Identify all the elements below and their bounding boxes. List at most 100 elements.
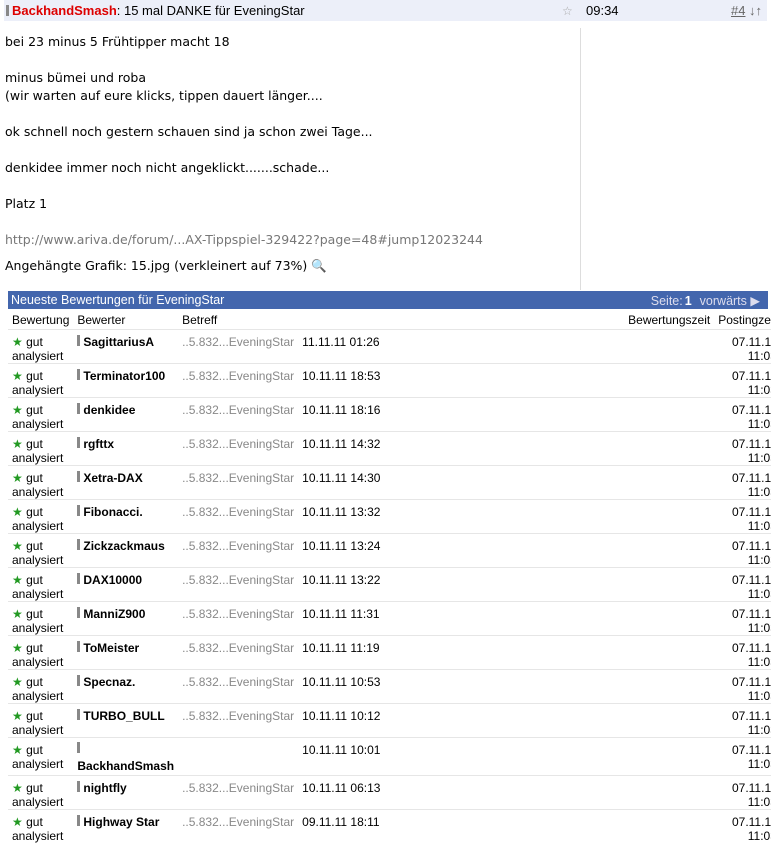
posting-time: 07.11.11 11:03 xyxy=(732,335,771,363)
rater-link[interactable]: DAX10000 xyxy=(83,573,142,587)
posting-time: 07.11.11 11:03 xyxy=(732,573,771,601)
post-line: minus bümei und roba xyxy=(5,69,575,87)
posting-time: 07.11.11 11:03 xyxy=(732,781,771,809)
rating-time: 10.11.11 13:22 xyxy=(302,573,380,587)
star-icon: ★ xyxy=(12,607,23,621)
posting-time: 07.11.11 11:03 xyxy=(732,815,771,843)
rater-link[interactable]: BackhandSmash xyxy=(77,759,174,773)
posting-time: 07.11.11 11:03 xyxy=(732,539,771,567)
user-status-icon xyxy=(77,742,80,753)
rater-link[interactable]: TURBO_BULL xyxy=(83,709,164,723)
rating-time: 10.11.11 10:12 xyxy=(302,709,380,723)
post-link[interactable]: http://www.ariva.de/forum/...AX-Tippspie… xyxy=(5,231,575,249)
posting-time: 07.11.11 11:03 xyxy=(732,471,771,499)
table-row: ★ gut analysiert ManniZ900 ..5.832...Eve… xyxy=(8,602,771,636)
rating-time: 10.11.11 13:32 xyxy=(302,505,380,519)
subject-link[interactable]: ..5.832...EveningStar xyxy=(182,675,294,689)
user-status-icon xyxy=(77,815,80,826)
posting-time: 07.11.11 11:03 xyxy=(732,743,771,771)
subject-link[interactable]: ..5.832...EveningStar xyxy=(182,505,294,519)
post-body: bei 23 minus 5 Frühtipper macht 18 minus… xyxy=(5,33,575,275)
subject-link[interactable]: ..5.832...EveningStar xyxy=(182,781,294,795)
star-icon: ★ xyxy=(12,539,23,553)
star-icon: ★ xyxy=(12,709,23,723)
user-status-icon xyxy=(77,471,80,482)
posting-time: 07.11.11 11:03 xyxy=(732,641,771,669)
ratings-title: Neueste Bewertungen für EveningStar xyxy=(11,293,224,307)
ratings-table: BewertungBewerterBetreffBewertungszeitPo… xyxy=(8,310,771,843)
star-icon: ★ xyxy=(12,675,23,689)
rater-link[interactable]: SagittariusA xyxy=(83,335,154,349)
rater-link[interactable]: Specnaz. xyxy=(83,675,135,689)
rating-time: 10.11.11 14:32 xyxy=(302,437,380,451)
rater-link[interactable]: nightfly xyxy=(83,781,126,795)
post-number-link[interactable]: #4 xyxy=(731,3,745,18)
subject-link[interactable]: ..5.832...EveningStar xyxy=(182,369,294,383)
posting-time: 07.11.11 11:03 xyxy=(732,709,771,737)
rating-time: 10.11.11 11:31 xyxy=(302,607,379,621)
table-row: ★ gut analysiert Specnaz. ..5.832...Even… xyxy=(8,670,771,704)
post-line xyxy=(5,213,575,231)
user-status-icon xyxy=(77,641,80,652)
column-header: Bewertung xyxy=(8,310,73,330)
user-status-icon xyxy=(77,675,80,686)
star-icon: ★ xyxy=(12,335,23,349)
table-row: ★ gut analysiert Fibonacci. ..5.832...Ev… xyxy=(8,500,771,534)
column-header: Postingzeit xyxy=(714,310,771,330)
table-row: ★ gut analysiert Zickzackmaus ..5.832...… xyxy=(8,534,771,568)
star-icon: ★ xyxy=(12,471,23,485)
rating-time: 09.11.11 18:11 xyxy=(302,815,379,829)
subject-link[interactable]: ..5.832...EveningStar xyxy=(182,403,294,417)
rating-time: 10.11.11 18:16 xyxy=(302,403,380,417)
star-icon: ★ xyxy=(12,743,23,757)
post-author[interactable]: BackhandSmash xyxy=(12,3,117,18)
subject-link[interactable]: ..5.832...EveningStar xyxy=(182,709,294,723)
post-line: bei 23 minus 5 Frühtipper macht 18 xyxy=(5,33,575,51)
star-icon: ★ xyxy=(12,437,23,451)
post-time: 09:34 xyxy=(586,3,619,18)
star-icon: ★ xyxy=(12,781,23,795)
rater-link[interactable]: Zickzackmaus xyxy=(83,539,164,553)
user-status-icon xyxy=(6,5,9,16)
table-row: ★ gut analysiert nightfly ..5.832...Even… xyxy=(8,776,771,810)
star-icon: ★ xyxy=(12,641,23,655)
subject-link[interactable]: ..5.832...EveningStar xyxy=(182,471,294,485)
zoom-icon[interactable]: 🔍 xyxy=(311,258,327,273)
rater-link[interactable]: rgfttx xyxy=(83,437,114,451)
posting-time: 07.11.11 11:03 xyxy=(732,369,771,397)
table-row: ★ gut analysiert ToMeister ..5.832...Eve… xyxy=(8,636,771,670)
user-status-icon xyxy=(77,437,80,448)
post-line xyxy=(5,177,575,195)
page-number: 1 xyxy=(685,294,692,308)
rater-link[interactable]: ManniZ900 xyxy=(83,607,145,621)
star-icon: ★ xyxy=(12,505,23,519)
column-header: Betreff xyxy=(178,310,298,330)
post-line: denkidee immer noch nicht angeklickt....… xyxy=(5,159,575,177)
subject-link[interactable]: ..5.832...EveningStar xyxy=(182,539,294,553)
column-header: Bewertungszeit xyxy=(298,310,714,330)
rater-link[interactable]: Terminator100 xyxy=(83,369,165,383)
user-status-icon xyxy=(77,709,80,720)
posting-time: 07.11.11 11:03 xyxy=(732,607,771,635)
user-status-icon xyxy=(77,369,80,380)
subject-link[interactable]: ..5.832...EveningStar xyxy=(182,573,294,587)
subject-link[interactable]: ..5.832...EveningStar xyxy=(182,607,294,621)
post-title: : 15 mal DANKE für EveningStar xyxy=(117,3,305,18)
star-icon[interactable]: ☆ xyxy=(562,4,573,18)
next-page-link[interactable]: vorwärts ▶ xyxy=(700,294,760,308)
post-line: Platz 1 xyxy=(5,195,575,213)
rater-link[interactable]: denkidee xyxy=(83,403,135,417)
subject-link[interactable]: ..5.832...EveningStar xyxy=(182,437,294,451)
rater-link[interactable]: ToMeister xyxy=(83,641,139,655)
post-header: BackhandSmash : 15 mal DANKE für Evening… xyxy=(4,0,767,21)
subject-link[interactable]: ..5.832...EveningStar xyxy=(182,815,294,829)
rater-link[interactable]: Fibonacci. xyxy=(83,505,142,519)
subject-link[interactable]: ..5.832...EveningStar xyxy=(182,641,294,655)
rating-time: 10.11.11 18:53 xyxy=(302,369,380,383)
rater-link[interactable]: Xetra-DAX xyxy=(83,471,142,485)
rater-link[interactable]: Highway Star xyxy=(83,815,159,829)
subject-link[interactable]: ..5.832...EveningStar xyxy=(182,335,294,349)
navigate-arrows[interactable]: ↓↑ xyxy=(749,3,762,18)
star-icon: ★ xyxy=(12,369,23,383)
user-status-icon xyxy=(77,573,80,584)
